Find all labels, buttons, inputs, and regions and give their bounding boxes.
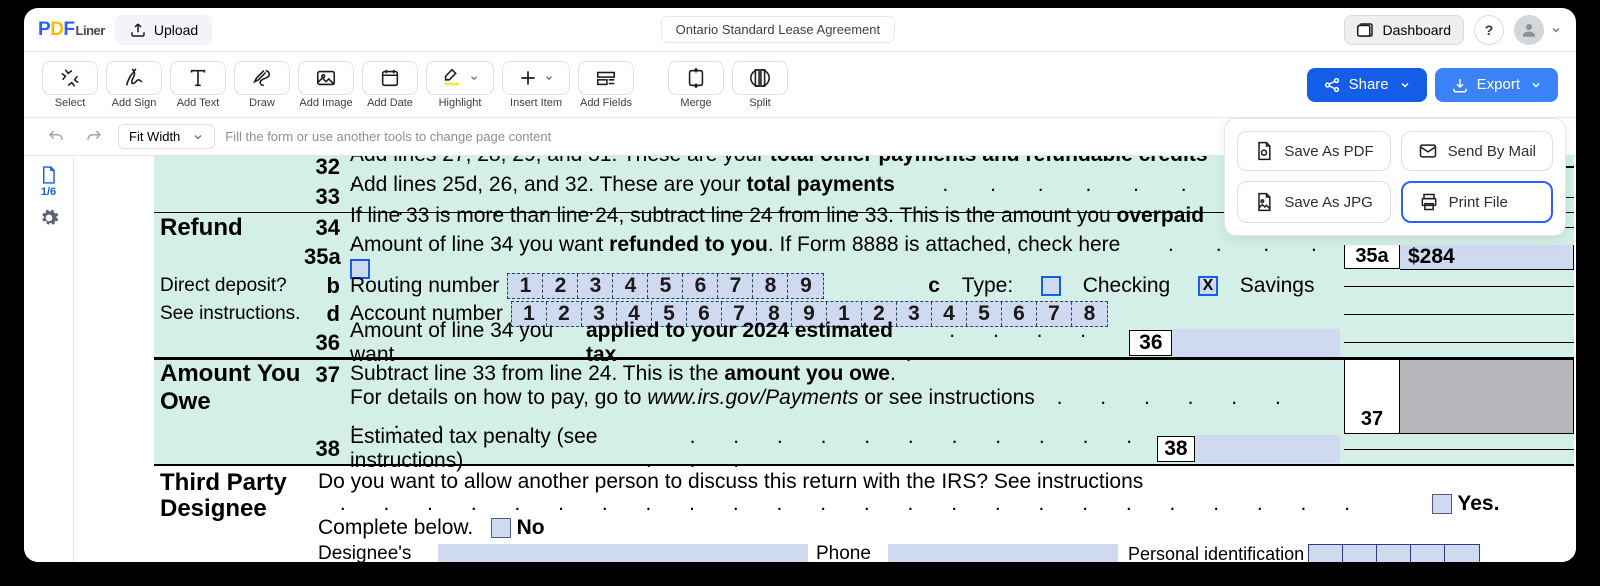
designee-name-field[interactable] <box>438 544 808 562</box>
export-send-mail[interactable]: Send By Mail <box>1401 131 1553 171</box>
line38-amount-field[interactable] <box>1195 435 1340 463</box>
tool-add-image[interactable]: Add Image <box>298 61 354 109</box>
phone-field[interactable] <box>888 544 1118 562</box>
image-icon <box>315 67 337 89</box>
tool-draw[interactable]: Draw <box>234 61 290 109</box>
line-34-num: 34 <box>304 215 350 241</box>
tool-add-fields[interactable]: Add Fields <box>578 61 634 109</box>
date-icon <box>379 67 401 89</box>
line-36-num: 36 <box>304 330 350 356</box>
hint-text: Fill the form or use another tools to ch… <box>225 129 551 144</box>
tool-highlight[interactable]: Highlight <box>426 61 494 109</box>
line-38-num: 38 <box>304 436 350 462</box>
tool-add-text[interactable]: Add Text <box>170 61 226 109</box>
dashboard-label: Dashboard <box>1383 22 1452 38</box>
sign-icon <box>123 67 145 89</box>
logo: PDFLiner <box>38 19 105 41</box>
export-label: Export <box>1477 76 1520 93</box>
no-checkbox[interactable] <box>491 518 511 538</box>
yes-checkbox[interactable] <box>1432 494 1452 514</box>
print-icon <box>1419 192 1439 212</box>
amount-label-35a: 35a <box>1344 245 1400 269</box>
dashboard-button[interactable]: Dashboard <box>1344 15 1465 45</box>
avatar <box>1514 15 1544 45</box>
user-menu[interactable] <box>1514 15 1562 45</box>
export-print-file[interactable]: Print File <box>1401 181 1553 223</box>
jpg-icon <box>1254 192 1274 212</box>
undo-button[interactable] <box>42 124 70 150</box>
top-bar: PDFLiner Upload Ontario Standard Lease A… <box>24 8 1576 52</box>
chevron-down-icon <box>544 73 554 83</box>
zoom-select[interactable]: Fit Width <box>118 124 215 149</box>
plus-icon <box>518 68 538 88</box>
tool-split[interactable]: Split <box>732 61 788 109</box>
line-b: b <box>304 273 350 299</box>
line-32-num: 32 <box>304 156 350 180</box>
upload-icon <box>129 21 147 39</box>
chevron-down-icon <box>192 131 204 143</box>
section-third-party: Third Party Designee <box>154 470 304 522</box>
export-button[interactable]: Export <box>1435 68 1558 102</box>
chevron-down-icon <box>1530 79 1542 91</box>
dashboard-icon <box>1357 21 1375 39</box>
line36-amount-field[interactable] <box>1172 329 1340 357</box>
chevron-down-icon <box>1399 79 1411 91</box>
left-sidebar: 1/6 <box>24 156 74 562</box>
line-37-num: 37 <box>304 360 350 434</box>
export-save-jpg[interactable]: Save As JPG <box>1237 181 1390 223</box>
tool-select[interactable]: Select <box>42 61 98 109</box>
merge-icon <box>685 67 707 89</box>
line-35a-num: 35a <box>304 244 350 270</box>
page-indicator[interactable]: 1/6 <box>39 164 58 198</box>
export-menu: Save As PDF Send By Mail Save As JPG Pri… <box>1224 118 1566 236</box>
user-icon <box>1520 21 1538 39</box>
toolbar: Select Add Sign Add Text Draw Add Image … <box>24 52 1576 118</box>
redo-button[interactable] <box>80 124 108 150</box>
amount-35a[interactable]: $284 <box>1400 245 1574 270</box>
tool-insert-item[interactable]: Insert Item <box>502 61 570 109</box>
draw-icon <box>251 67 273 89</box>
line-d: d <box>304 301 350 327</box>
savings-checkbox[interactable]: X <box>1198 276 1218 296</box>
help-button[interactable]: ? <box>1474 15 1504 45</box>
tool-add-sign[interactable]: Add Sign <box>106 61 162 109</box>
export-save-pdf[interactable]: Save As PDF <box>1237 131 1390 171</box>
share-icon <box>1323 76 1341 94</box>
gear-icon <box>39 208 59 228</box>
line-33-num: 33 <box>304 184 350 210</box>
share-button[interactable]: Share <box>1307 68 1427 102</box>
section-refund: Refund <box>154 214 304 242</box>
zoom-value: Fit Width <box>129 129 180 144</box>
share-label: Share <box>1349 76 1389 93</box>
undo-icon <box>47 128 65 146</box>
section-amount-owe: Amount You Owe <box>154 360 304 434</box>
mail-icon <box>1418 141 1438 161</box>
routing-number-field[interactable]: 123456789 <box>507 273 824 299</box>
chevron-down-icon <box>1550 24 1562 36</box>
upload-label: Upload <box>154 22 198 38</box>
pin-field[interactable] <box>1308 544 1480 562</box>
tool-merge[interactable]: Merge <box>668 61 724 109</box>
fields-icon <box>595 67 617 89</box>
split-icon <box>749 67 771 89</box>
highlight-icon <box>441 67 463 89</box>
text-icon <box>187 67 209 89</box>
document-title[interactable]: Ontario Standard Lease Agreement <box>661 16 896 43</box>
settings-button[interactable] <box>39 208 59 228</box>
checking-checkbox[interactable] <box>1041 276 1061 296</box>
redo-icon <box>85 128 103 146</box>
upload-button[interactable]: Upload <box>115 15 212 45</box>
download-icon <box>1451 76 1469 94</box>
pdf-icon <box>1254 141 1274 161</box>
chevron-down-icon <box>469 73 479 83</box>
tool-add-date[interactable]: Add Date <box>362 61 418 109</box>
page-icon <box>39 164 58 186</box>
select-icon <box>59 67 81 89</box>
